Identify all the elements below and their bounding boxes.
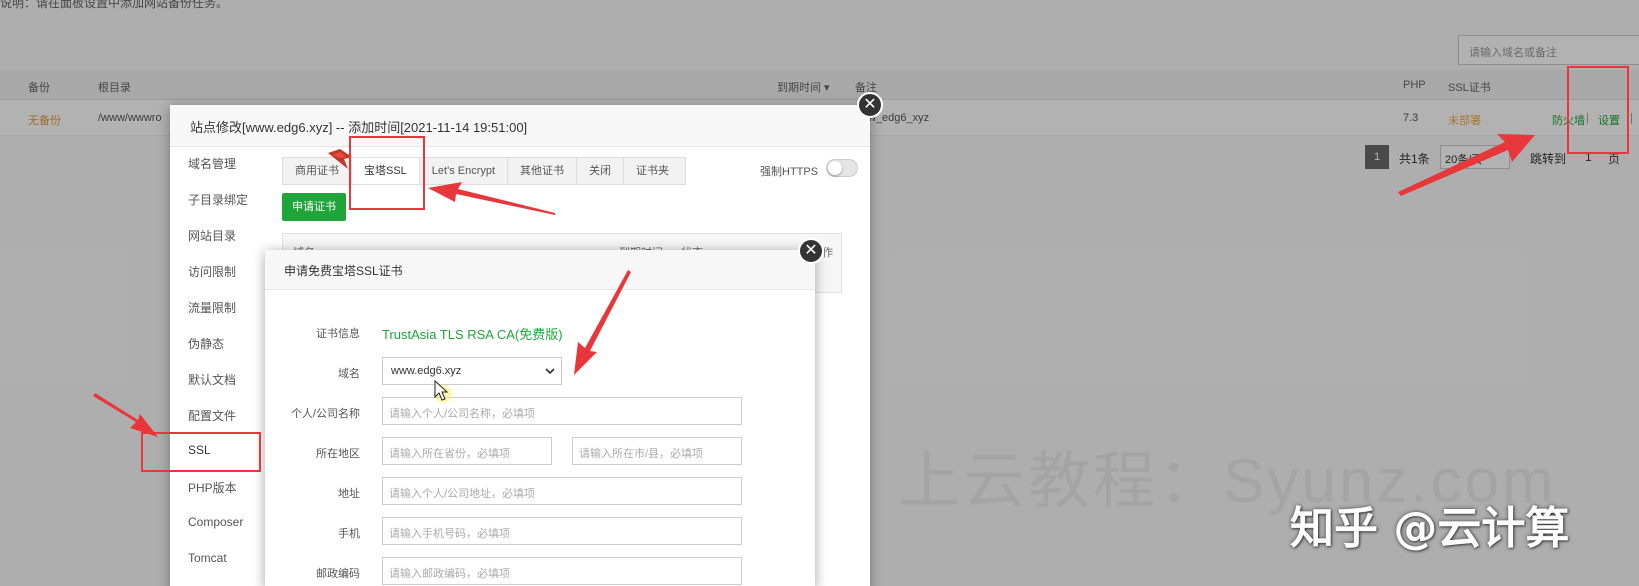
sidebar-item-tomcat[interactable]: Tomcat <box>188 551 227 565</box>
sidebar-item-access-limit[interactable]: 访问限制 <box>188 263 236 280</box>
sidebar-item-config[interactable]: 配置文件 <box>188 407 236 424</box>
province-input[interactable]: 请输入所在省份，必填项 <box>382 437 552 465</box>
tab-cert-folder[interactable]: 证书夹 <box>624 158 681 184</box>
annotation-box-bt-ssl-tab <box>349 136 425 210</box>
annotation-box-settings <box>1567 66 1629 154</box>
zip-input[interactable]: 请输入邮政编码，必填项 <box>382 557 742 585</box>
sidebar-item-composer[interactable]: Composer <box>188 515 243 529</box>
sidebar-item-default-doc[interactable]: 默认文档 <box>188 371 236 388</box>
apply-cert-button[interactable]: 申请证书 <box>282 193 346 221</box>
force-https-toggle[interactable] <box>826 159 858 177</box>
cert-info-value: TrustAsia TLS RSA CA(免费版) <box>382 327 563 342</box>
chevron-down-icon <box>545 368 555 375</box>
sidebar-item-traffic-limit[interactable]: 流量限制 <box>188 299 236 316</box>
sidebar-item-domain[interactable]: 域名管理 <box>188 155 236 172</box>
phone-input[interactable]: 请输入手机号码，必填项 <box>382 517 742 545</box>
ssl-dialog-close-icon[interactable]: ✕ <box>798 238 824 264</box>
address-input[interactable]: 请输入个人/公司地址，必填项 <box>382 477 742 505</box>
domain-label: 域名 <box>338 368 360 380</box>
mouse-cursor-icon <box>434 380 452 403</box>
city-input[interactable]: 请输入所在市/县，必填项 <box>572 437 742 465</box>
address-label: 地址 <box>338 488 360 500</box>
domain-select[interactable]: www.edg6.xyz <box>382 357 562 385</box>
tab-other-cert[interactable]: 其他证书 <box>508 158 578 184</box>
sidebar-item-rewrite[interactable]: 伪静态 <box>188 335 224 352</box>
cert-info-label: 证书信息 <box>316 328 360 340</box>
ssl-dialog-title: 申请免费宝塔SSL证书 <box>265 250 815 290</box>
toggle-knob <box>828 161 842 175</box>
tab-lets-encrypt[interactable]: Let's Encrypt <box>420 158 509 184</box>
tab-close[interactable]: 关闭 <box>577 158 625 184</box>
dialog-title: 站点修改[www.edg6.xyz] -- 添加时间[2021-11-14 19… <box>170 105 870 147</box>
ssl-apply-dialog: 申请免费宝塔SSL证书 证书信息 TrustAsia TLS RSA CA(免费… <box>265 250 815 586</box>
annotation-box-ssl-sidebar <box>141 432 261 472</box>
site-dialog-close-icon[interactable]: ✕ <box>857 92 883 118</box>
name-label: 个人/公司名称 <box>290 408 360 420</box>
zhihu-watermark: 知乎 @云计算 <box>1290 503 1570 554</box>
phone-label: 手机 <box>338 528 360 540</box>
sidebar-item-php-version[interactable]: PHP版本 <box>188 479 237 496</box>
sidebar-item-subdir[interactable]: 子目录绑定 <box>188 191 248 208</box>
region-label: 所在地区 <box>316 448 360 460</box>
domain-select-value: www.edg6.xyz <box>391 365 462 377</box>
zip-label: 邮政编码 <box>316 568 360 580</box>
force-https-label: 强制HTTPS <box>760 166 819 178</box>
sidebar-item-site-dir[interactable]: 网站目录 <box>188 227 236 244</box>
